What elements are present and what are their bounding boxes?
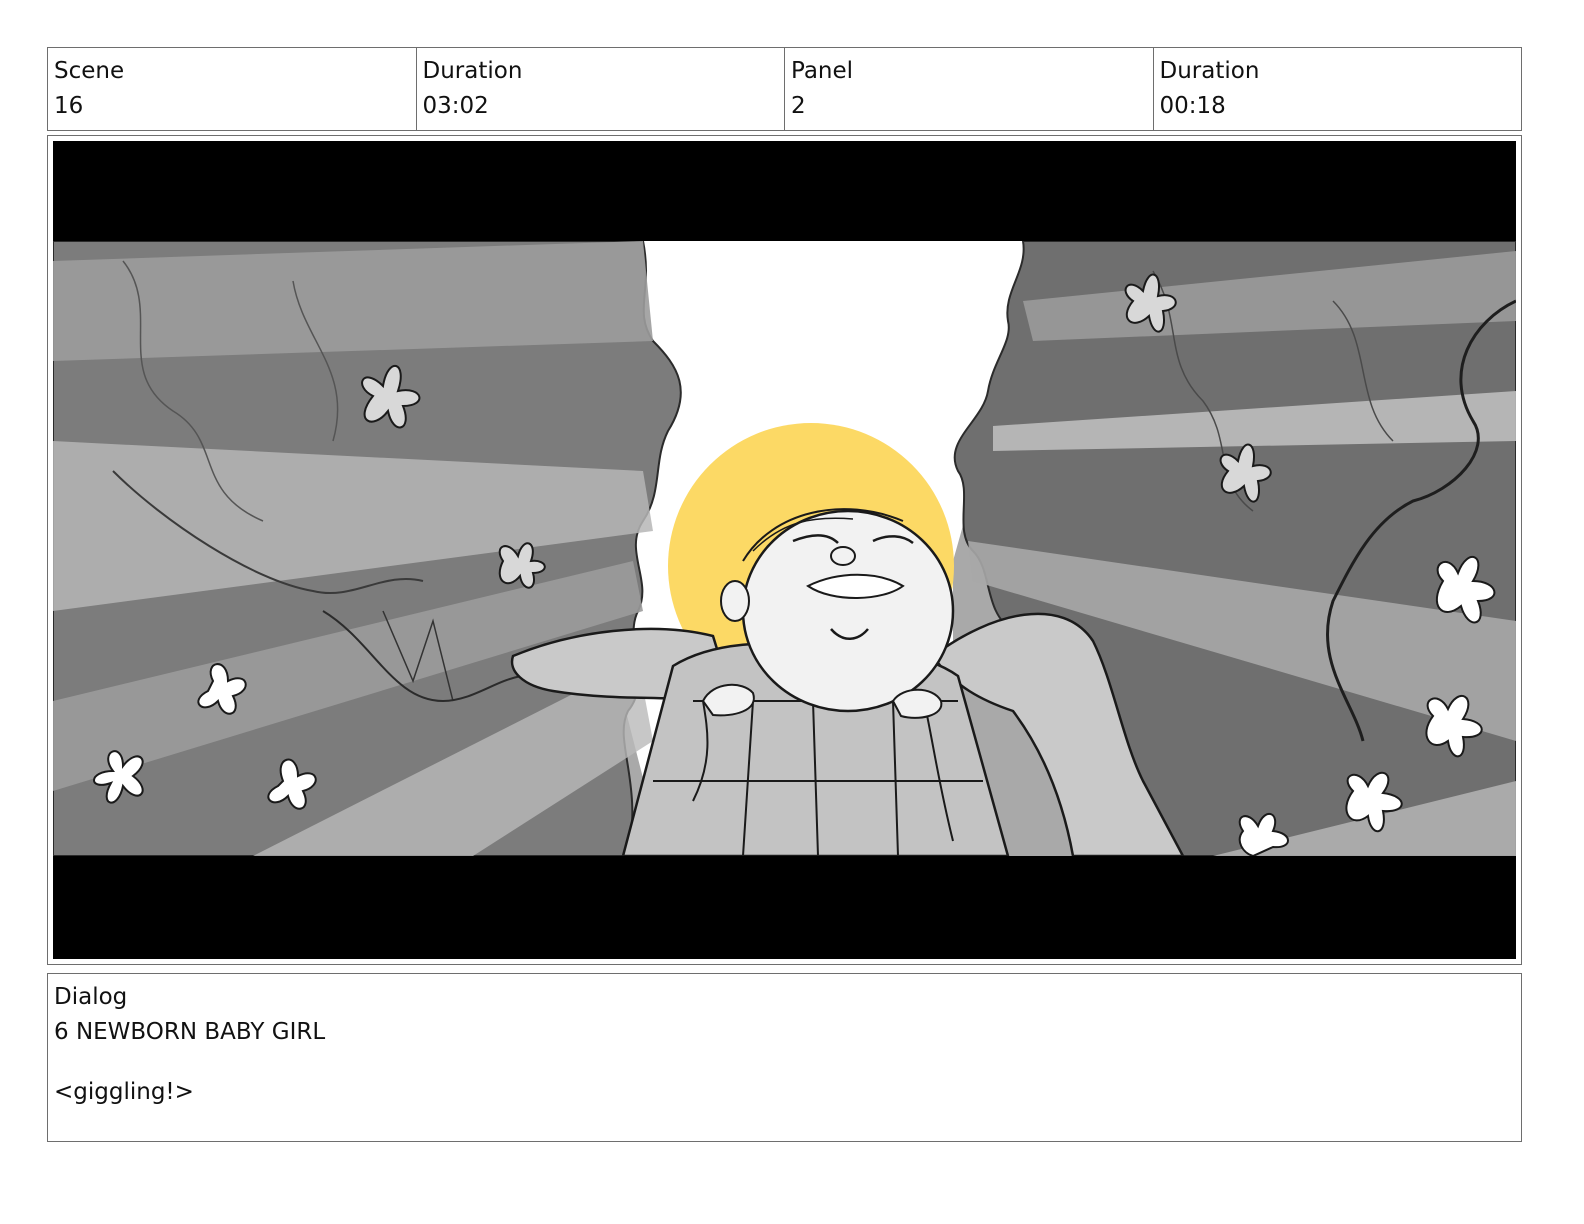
scene-duration-value: 03:02 — [422, 93, 489, 119]
dialog-character: 6 NEWBORN BABY GIRL — [54, 1019, 326, 1045]
panel-duration-cell: Duration 00:18 — [1154, 48, 1522, 130]
scene-duration-label: Duration — [422, 58, 523, 84]
scene-duration-cell: Duration 03:02 — [417, 48, 785, 130]
panel-duration-value: 00:18 — [1159, 93, 1226, 119]
panel-value: 2 — [791, 93, 806, 119]
dialog-label: Dialog — [54, 984, 128, 1010]
scene-cell: Scene 16 — [48, 48, 417, 130]
dialog-line: <giggling!> — [54, 1079, 194, 1105]
letterbox-bottom — [53, 856, 1516, 959]
storyboard-frame — [47, 135, 1522, 965]
panel-label: Panel — [791, 58, 854, 84]
letterbox-top — [53, 141, 1516, 241]
storyboard-header: Scene 16 Duration 03:02 Panel 2 Duration… — [47, 47, 1522, 131]
character-head — [741, 509, 955, 713]
scene-label: Scene — [54, 58, 125, 84]
dialog-section: Dialog 6 NEWBORN BABY GIRL <giggling!> — [47, 973, 1522, 1142]
panel-cell: Panel 2 — [785, 48, 1154, 130]
panel-duration-label: Duration — [1159, 58, 1260, 84]
scene-value: 16 — [54, 93, 84, 119]
storyboard-sketch — [53, 141, 1516, 959]
